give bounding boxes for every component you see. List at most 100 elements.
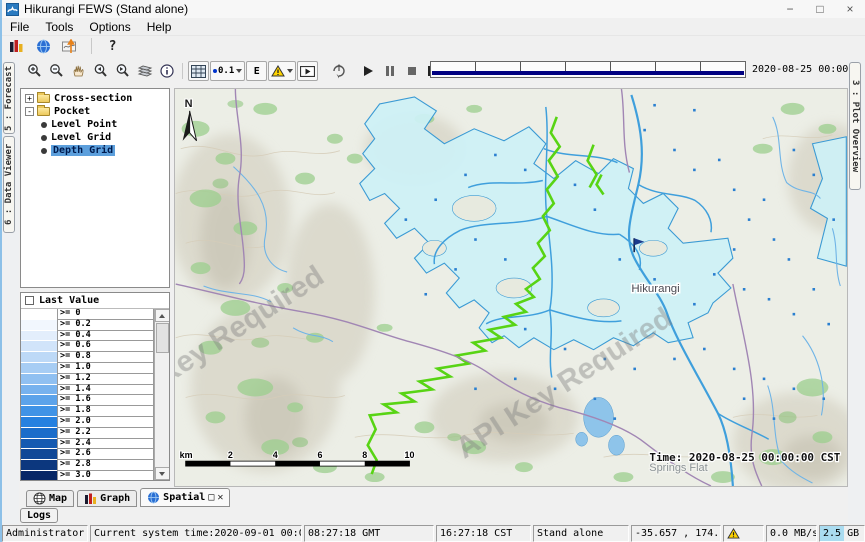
legend-scrollbar[interactable]: [154, 309, 169, 480]
logs-row: Logs: [20, 508, 58, 523]
tab-plot-overview[interactable]: 3 : Plot Overview: [849, 62, 861, 190]
tree-label-selected[interactable]: Depth Grid: [51, 145, 115, 156]
logs-button[interactable]: Logs: [20, 508, 58, 523]
maximize-panel-icon[interactable]: □: [208, 493, 214, 503]
menu-help[interactable]: Help: [139, 18, 180, 36]
animation-movie-icon[interactable]: [297, 61, 318, 81]
toolbar-separator: [182, 63, 183, 79]
legend-swatch: [21, 395, 57, 406]
info-icon[interactable]: [156, 61, 177, 81]
legend-swatch: [21, 385, 57, 396]
scroll-down-icon[interactable]: [155, 467, 170, 480]
grid-display-icon[interactable]: [188, 61, 209, 81]
interval-dot-icon: [213, 69, 217, 73]
expand-icon[interactable]: +: [25, 94, 34, 103]
help-button[interactable]: ?: [102, 36, 123, 56]
zoom-in-icon[interactable]: [24, 61, 45, 81]
blue-globe-icon: [147, 491, 160, 504]
play-icon[interactable]: [357, 61, 378, 81]
bottom-tab-bar: Map Graph Spatial □ ✕: [20, 487, 848, 507]
menu-bar: File Tools Options Help: [2, 18, 865, 36]
tree-node-pocket[interactable]: - Pocket: [21, 105, 169, 118]
close-panel-icon[interactable]: ✕: [217, 493, 223, 503]
interval-value: 0.1: [218, 66, 234, 76]
pause-icon[interactable]: [379, 61, 400, 81]
map-time-label: Time: 2020-08-25 00:00:00 CST: [649, 451, 840, 464]
chevron-down-icon: [236, 69, 242, 73]
rotate-profile-icon[interactable]: [328, 61, 349, 81]
legend-row: >= 0.2: [21, 320, 154, 331]
legend-panel: Last Value >= 0 >= 0.2 >= 0.4 >= 0.6 >= …: [20, 292, 170, 481]
last-value-checkbox[interactable]: [25, 296, 34, 305]
status-warning-cell[interactable]: [723, 525, 764, 542]
legend-row: >= 2.2: [21, 428, 154, 439]
zoom-previous-icon[interactable]: [90, 61, 111, 81]
time-slider[interactable]: [430, 61, 746, 78]
tab-spatial-label: Spatial: [163, 492, 205, 503]
tree-node-level-point[interactable]: Level Point: [21, 118, 169, 131]
leaf-bullet-icon: [41, 122, 47, 128]
legend-label: >= 0.2: [57, 320, 154, 331]
tree-label[interactable]: Level Point: [51, 119, 117, 130]
scale-bar-toggle-icon[interactable]: E: [246, 61, 267, 81]
legend-swatch: [21, 363, 57, 374]
legend-swatch: [21, 309, 57, 320]
stop-icon[interactable]: [401, 61, 422, 81]
legend-label: >= 2.2: [57, 428, 154, 439]
last-value-label: Last Value: [39, 295, 99, 306]
leaf-bullet-icon: [41, 135, 47, 141]
layers-icon[interactable]: [134, 61, 155, 81]
layer-tree: + Cross-section - Pocket Level Point Lev…: [20, 88, 170, 288]
legend-swatch: [21, 428, 57, 439]
zoom-next-icon[interactable]: [112, 61, 133, 81]
spatial-map[interactable]: API Key Required API Key Required Hikura…: [174, 88, 848, 487]
scale-tick: 2: [228, 450, 233, 460]
legend-swatch: [21, 320, 57, 331]
menu-tools[interactable]: Tools: [37, 18, 81, 36]
scroll-up-icon[interactable]: [155, 309, 170, 322]
scale-tick: 4: [273, 450, 278, 460]
scroll-thumb[interactable]: [156, 323, 169, 353]
contour-interval-dropdown[interactable]: 0.1: [210, 61, 245, 81]
tab-map-label: Map: [49, 493, 67, 504]
menu-options[interactable]: Options: [81, 18, 138, 36]
database-viewer-icon[interactable]: [6, 36, 27, 56]
legend-swatch: [21, 406, 57, 417]
tab-forecast[interactable]: 5 : Forecast: [3, 62, 15, 134]
tree-label[interactable]: Cross-section: [54, 93, 132, 104]
time-slider-ticks: [431, 62, 745, 71]
tab-data-viewer[interactable]: 6 : Data Viewer: [3, 136, 15, 233]
warning-layer-dropdown[interactable]: [268, 61, 296, 81]
map-canvas[interactable]: API Key Required API Key Required Hikura…: [175, 89, 847, 486]
pan-hand-icon[interactable]: [68, 61, 89, 81]
legend-swatch: [21, 449, 57, 460]
map-display-icon[interactable]: [33, 36, 54, 56]
status-coordinates: -35.657 , 174.199: [631, 525, 721, 542]
tab-spatial[interactable]: Spatial □ ✕: [140, 488, 230, 507]
tree-node-level-grid[interactable]: Level Grid: [21, 131, 169, 144]
title-bar: Hikurangi FEWS (Stand alone) − □ ×: [2, 0, 865, 18]
scale-tick: 8: [362, 450, 367, 460]
warning-triangle-icon: [271, 65, 285, 77]
town-label: Hikurangi: [631, 283, 679, 295]
folder-icon: [37, 107, 50, 116]
minimize-button[interactable]: −: [775, 0, 805, 18]
close-button[interactable]: ×: [835, 0, 865, 18]
legend-row: >= 1.2: [21, 374, 154, 385]
timeseries-import-icon[interactable]: [60, 36, 81, 56]
warning-triangle-icon: [727, 528, 740, 539]
tab-graph[interactable]: Graph: [77, 490, 137, 507]
status-user: Administrator: [2, 525, 88, 542]
maximize-button[interactable]: □: [805, 0, 835, 18]
tab-map[interactable]: Map: [26, 490, 74, 507]
menu-file[interactable]: File: [2, 18, 37, 36]
tree-node-depth-grid[interactable]: Depth Grid: [21, 144, 169, 157]
tree-node-cross-section[interactable]: + Cross-section: [21, 92, 169, 105]
tree-label[interactable]: Level Grid: [51, 132, 111, 143]
collapse-icon[interactable]: -: [25, 107, 34, 116]
status-system-time: Current system time:2020-09-01 00:00 CST: [90, 525, 302, 542]
zoom-out-icon[interactable]: [46, 61, 67, 81]
legend-row: >= 3.0: [21, 471, 154, 480]
tree-label[interactable]: Pocket: [54, 106, 90, 117]
legend-swatch: [21, 374, 57, 385]
